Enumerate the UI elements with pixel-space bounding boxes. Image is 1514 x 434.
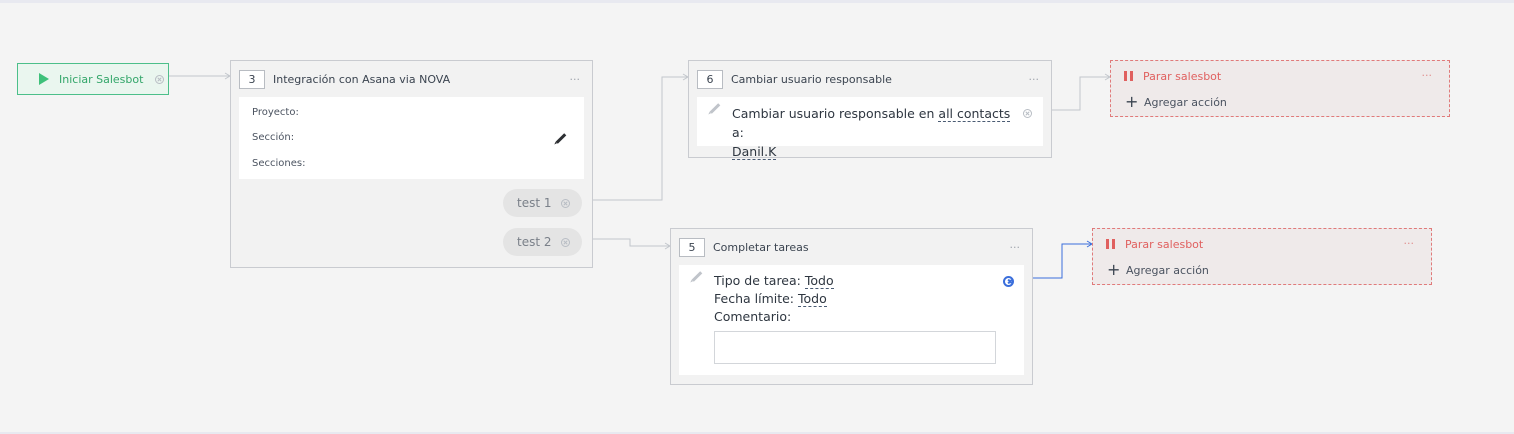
action-text-prefix: Cambiar usuario responsable en [732,106,939,121]
block-title: Cambiar usuario responsable [731,72,892,86]
block-number: 3 [239,69,265,89]
remove-link-icon[interactable] [1003,276,1014,287]
block-menu-icon[interactable]: ··· [1029,73,1040,86]
field-sections: Secciones: [252,158,306,169]
block-menu-icon[interactable]: ··· [570,73,581,86]
action-description: Cambiar usuario responsable en all conta… [732,104,1022,161]
stop-menu-icon[interactable]: ··· [1422,69,1433,82]
task-type-label: Tipo de tarea: [714,273,805,288]
block-change-responsible[interactable]: 6 Cambiar usuario responsable ··· Cambia… [688,60,1052,160]
remove-link-icon[interactable] [155,74,165,84]
start-salesbot-node[interactable]: Iniciar Salesbot [17,63,169,95]
remove-link-icon[interactable] [1023,109,1032,118]
field-section: Sección: [252,132,295,143]
block-header: 3 Integración con Asana via NOVA ··· [239,69,580,89]
plus-icon[interactable]: + [1125,94,1138,110]
task-type-value[interactable]: Todo [804,273,834,289]
stop-menu-icon[interactable]: ··· [1404,237,1415,250]
stop-label: Parar salesbot [1125,238,1204,251]
edit-pencil-icon[interactable] [691,271,703,282]
block-title: Completar tareas [713,240,809,254]
play-icon [39,73,49,85]
block-number: 5 [679,237,705,257]
action-text-suffix: a: [732,125,744,140]
edit-pencil-icon[interactable] [709,103,721,114]
add-action-link[interactable]: Agregar acción [1126,264,1209,277]
task-fields: Tipo de tarea: Todo Fecha límite: Todo C… [714,272,834,326]
branch-label: test 1 [517,196,552,210]
block-header: 5 Completar tareas ··· [679,237,1020,257]
branch-label: test 2 [517,235,552,249]
complete-tasks-card[interactable]: Tipo de tarea: Todo Fecha límite: Todo C… [679,265,1024,375]
edit-pencil-icon[interactable] [555,133,567,144]
branch-test-2[interactable]: test 2 [503,228,582,256]
block-number: 6 [697,69,723,89]
responsible-user-link[interactable]: Danil.K [732,144,777,160]
remove-branch-icon[interactable] [561,237,570,247]
salesbot-canvas: Iniciar Salesbot 3 Integración con Asana… [0,0,1514,434]
comment-textbox[interactable] [714,331,996,364]
entity-link[interactable]: all contacts [938,106,1011,122]
change-responsible-card[interactable]: Cambiar usuario responsable en all conta… [697,97,1043,160]
stop-salesbot-node-bottom[interactable]: Parar salesbot ··· + Agregar acción [1092,228,1432,285]
plus-icon[interactable]: + [1107,262,1120,278]
block-complete-tasks[interactable]: 5 Completar tareas ··· Tipo de tarea: To… [670,228,1033,385]
start-label: Iniciar Salesbot [59,72,144,86]
pause-icon [1124,71,1133,81]
stop-label: Parar salesbot [1143,70,1222,83]
comment-label: Comentario: [714,309,792,324]
deadline-value[interactable]: Todo [798,291,827,307]
stop-salesbot-node-top[interactable]: Parar salesbot ··· + Agregar acción [1110,60,1450,117]
block-asana-integration[interactable]: 3 Integración con Asana via NOVA ··· Pro… [230,60,593,268]
pause-icon [1106,239,1115,249]
remove-branch-icon[interactable] [561,198,570,208]
deadline-label: Fecha límite: [714,291,798,306]
asana-settings-card[interactable]: Proyecto: Sección: Secciones: [239,97,584,179]
add-action-link[interactable]: Agregar acción [1144,96,1227,109]
block-title: Integración con Asana via NOVA [273,72,451,86]
block-header: 6 Cambiar usuario responsable ··· [697,69,1039,89]
field-project: Proyecto: [252,107,299,118]
branch-test-1[interactable]: test 1 [503,189,582,217]
block-menu-icon[interactable]: ··· [1010,241,1021,254]
